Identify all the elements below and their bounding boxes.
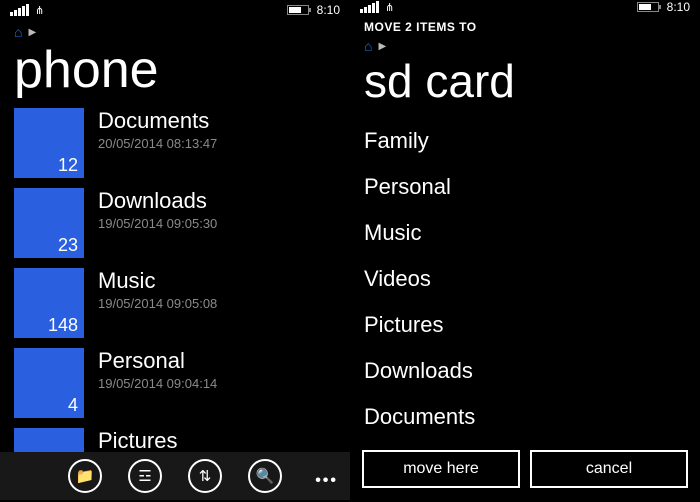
- target-folder[interactable]: Downloads: [364, 348, 686, 394]
- folder-tile: 12: [14, 108, 84, 178]
- breadcrumb[interactable]: ⌂ ▶: [0, 20, 350, 40]
- status-bar: ⋔ 8:10: [350, 0, 700, 14]
- home-icon: ⌂: [364, 38, 372, 54]
- app-bar: 📁 ☲ ⇅ 🔍 •••: [0, 452, 350, 500]
- home-icon: ⌂: [14, 24, 22, 40]
- target-folder-list: Family Personal Music Videos Pictures Do…: [350, 118, 700, 440]
- folder-meta: 19/05/2014 09:04:14: [98, 376, 217, 391]
- sort-button[interactable]: ⇅: [188, 459, 222, 493]
- target-folder[interactable]: Family: [364, 118, 686, 164]
- page-title: phone: [0, 40, 350, 108]
- breadcrumb[interactable]: ⌂ ▶: [350, 34, 700, 54]
- folder-name: Downloads: [98, 188, 217, 214]
- item-count: 4: [68, 395, 78, 416]
- folder-row[interactable]: 12 Documents 20/05/2014 08:13:47: [14, 108, 350, 178]
- select-button[interactable]: ☲: [128, 459, 162, 493]
- battery-icon: [287, 5, 309, 15]
- search-button[interactable]: 🔍: [248, 459, 282, 493]
- move-here-button[interactable]: move here: [362, 450, 520, 488]
- signal-icon: [10, 4, 29, 16]
- target-folder[interactable]: Pictures: [364, 302, 686, 348]
- folder-tile: 4: [14, 348, 84, 418]
- folder-plus-icon: 📁: [76, 467, 95, 485]
- target-folder[interactable]: Videos: [364, 256, 686, 302]
- folder-name: Personal: [98, 348, 217, 374]
- battery-icon: [637, 2, 659, 12]
- clock: 8:10: [317, 3, 340, 17]
- wifi-icon: ⋔: [35, 4, 44, 17]
- target-folder[interactable]: Documents: [364, 394, 686, 440]
- folder-meta: 19/05/2014 09:05:08: [98, 296, 217, 311]
- chevron-right-icon: ▶: [28, 27, 36, 38]
- status-bar: ⋔ 8:10: [0, 0, 350, 20]
- phone-browse-screen: ⋔ 8:10 ⌂ ▶ phone 12 Documents 20/05/2014…: [0, 0, 350, 500]
- target-folder[interactable]: Music: [364, 210, 686, 256]
- item-count: 23: [58, 235, 78, 256]
- folder-name: Documents: [98, 108, 217, 134]
- operation-header: MOVE 2 ITEMS TO: [350, 14, 700, 34]
- folder-name: Music: [98, 268, 217, 294]
- chevron-right-icon: ▶: [378, 41, 386, 52]
- folder-row[interactable]: 148 Music 19/05/2014 09:05:08: [14, 268, 350, 338]
- folder-tile: 171: [14, 428, 84, 452]
- folder-list: 12 Documents 20/05/2014 08:13:47 23 Down…: [0, 108, 350, 452]
- item-count: 12: [58, 155, 78, 176]
- cancel-button[interactable]: cancel: [530, 450, 688, 488]
- folder-name: Pictures: [98, 428, 217, 452]
- clock: 8:10: [667, 0, 690, 14]
- search-icon: 🔍: [256, 467, 275, 485]
- folder-meta: 20/05/2014 08:13:47: [98, 136, 217, 151]
- new-folder-button[interactable]: 📁: [68, 459, 102, 493]
- sort-icon: ⇅: [199, 467, 212, 485]
- page-title: sd card: [350, 54, 700, 118]
- signal-icon: [360, 1, 379, 13]
- folder-tile: 148: [14, 268, 84, 338]
- action-bar: move here cancel: [350, 440, 700, 502]
- more-button[interactable]: •••: [315, 472, 338, 490]
- item-count: 148: [48, 315, 78, 336]
- target-folder[interactable]: Personal: [364, 164, 686, 210]
- move-target-screen: ⋔ 8:10 MOVE 2 ITEMS TO ⌂ ▶ sd card Famil…: [350, 0, 700, 500]
- folder-meta: 19/05/2014 09:05:30: [98, 216, 217, 231]
- folder-row[interactable]: 4 Personal 19/05/2014 09:04:14: [14, 348, 350, 418]
- folder-tile: 23: [14, 188, 84, 258]
- folder-row[interactable]: 23 Downloads 19/05/2014 09:05:30: [14, 188, 350, 258]
- checklist-icon: ☲: [138, 467, 151, 485]
- folder-row[interactable]: 171 Pictures 20/05/2014 08:10:13: [14, 428, 350, 452]
- wifi-icon: ⋔: [385, 1, 394, 14]
